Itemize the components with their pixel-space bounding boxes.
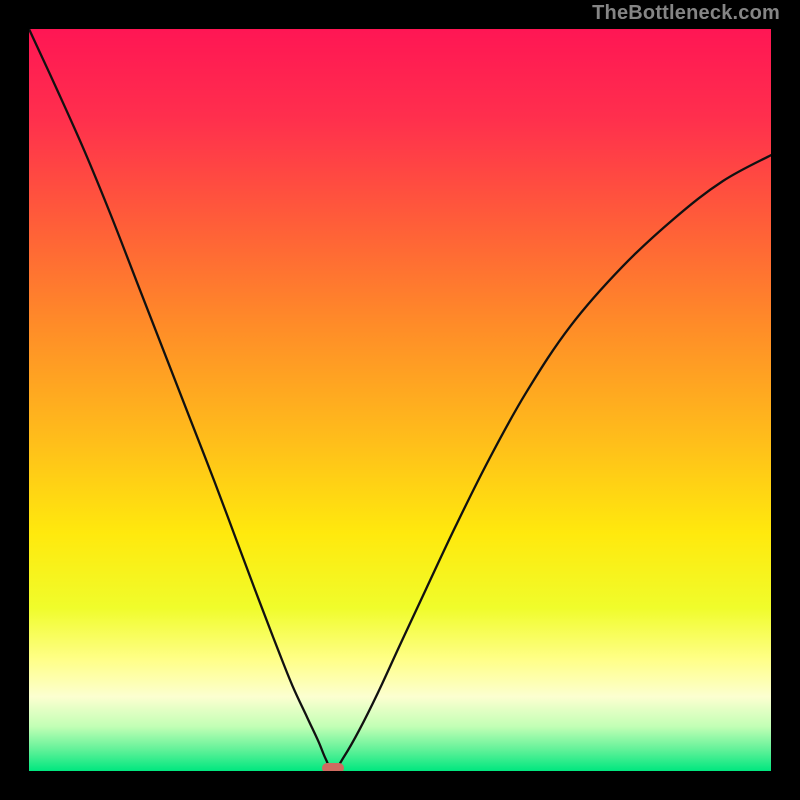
- outer-black-frame: TheBottleneck.com: [20, 20, 780, 780]
- bottleneck-curve: [29, 29, 771, 771]
- optimum-marker: [322, 763, 344, 771]
- plot-area: [29, 29, 771, 771]
- watermark-text: TheBottleneck.com: [592, 2, 780, 25]
